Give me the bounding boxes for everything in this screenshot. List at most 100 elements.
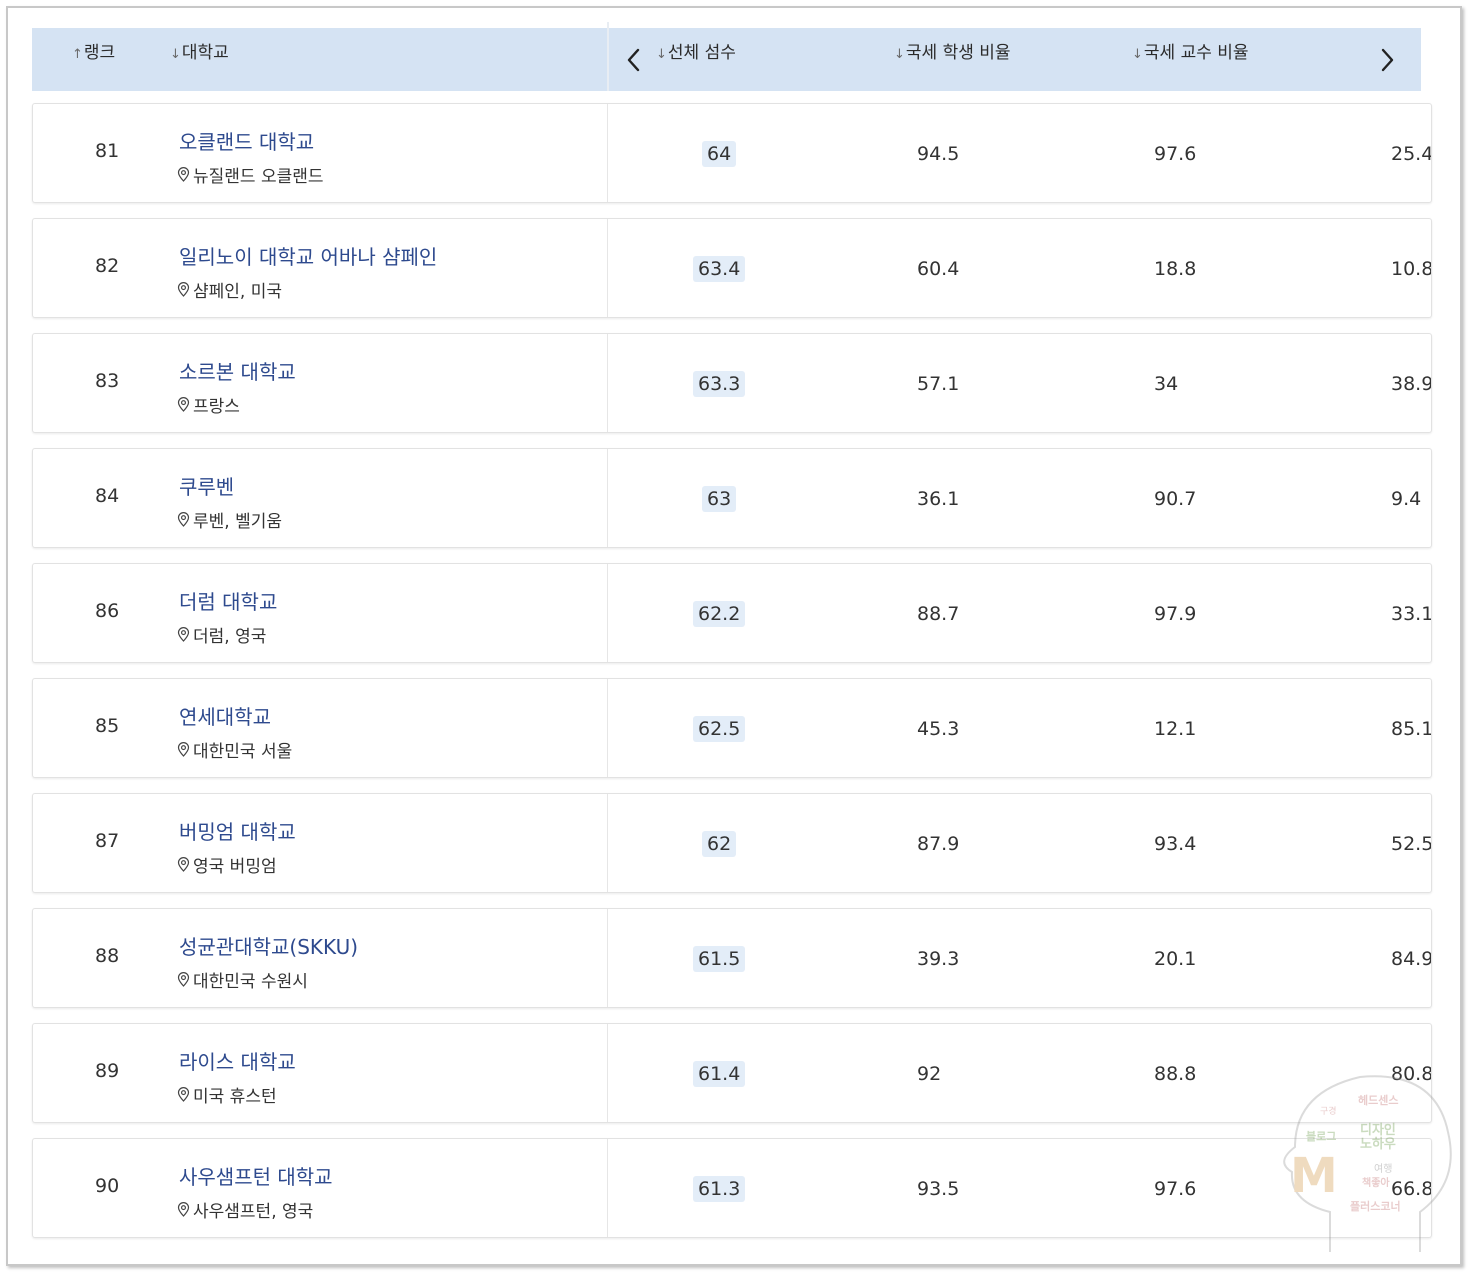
intl-faculty-value: 12.1 bbox=[1154, 718, 1197, 740]
table-header: ↑랭크 ↓대학교 ↓선체 섬수 ↓국세 학생 비율 ↓국세 교수 비율 bbox=[32, 22, 1421, 91]
location-text: 샴페인, 미국 bbox=[193, 282, 283, 302]
intl-students-value: 60.4 bbox=[917, 258, 960, 280]
header-university[interactable]: ↓대학교 bbox=[170, 38, 229, 63]
university-location: 루벤, 벨기움 bbox=[177, 507, 282, 532]
rank-value: 90 bbox=[95, 1175, 120, 1197]
window-frame: ↑랭크 ↓대학교 ↓선체 섬수 ↓국세 학생 비율 ↓국세 교수 비율 81 오클… bbox=[6, 6, 1462, 1266]
table-row[interactable]: 85 연세대학교대한민국 서울 62.5 45.3 12.1 85.1 bbox=[32, 678, 1432, 778]
rank-value: 83 bbox=[95, 370, 120, 392]
location-text: 루벤, 벨기움 bbox=[193, 512, 283, 532]
row-divider bbox=[607, 104, 608, 202]
location-text: 뉴질랜드 오클랜드 bbox=[193, 167, 324, 187]
table-row[interactable]: 90 사우샘프턴 대학교 사우샘프턴, 영국 61.3 93.5 97.6 66.8 bbox=[32, 1138, 1432, 1238]
table-row[interactable]: 82 일리노이 대학교 어바나 샴페인 샴페인, 미국 63.4 60.4 18.8 10.… bbox=[32, 218, 1432, 318]
table-row[interactable]: 81 오클랜드 대학교 뉴질랜드 오클랜드 64 94.5 97.6 25.4 bbox=[32, 103, 1432, 203]
header-rank[interactable]: ↑랭크 bbox=[72, 38, 115, 63]
location-pin-icon bbox=[177, 167, 190, 182]
intl-faculty-value: 90.7 bbox=[1154, 488, 1197, 510]
row-divider bbox=[607, 1139, 608, 1237]
intl-students-value: 93.5 bbox=[917, 1178, 960, 1200]
university-location: 미국 휴스턴 bbox=[177, 1082, 277, 1107]
location-text: 사우샘프턴, 영국 bbox=[193, 1202, 314, 1222]
table-row[interactable]: 86 더럼 대학교 더럼, 영국 62.2 88.7 97.9 33.1 bbox=[32, 563, 1432, 663]
chevron-left-icon bbox=[627, 48, 640, 72]
intl-students-value: 39.3 bbox=[917, 948, 960, 970]
university-name-link[interactable]: 소르본 대학교 bbox=[179, 356, 296, 385]
overall-score-badge: 61.3 bbox=[693, 1176, 746, 1202]
overall-score-badge: 61.4 bbox=[693, 1061, 746, 1087]
watermark-logo: M 헤드센스 디자인 노하우 블로그 여행 책좋아 플러스코너 구경 bbox=[1283, 1075, 1452, 1252]
university-name-link[interactable]: 라이스 대학교 bbox=[179, 1046, 296, 1075]
overall-score-badge: 62.5 bbox=[693, 716, 746, 742]
university-location: 대한민국 서울 bbox=[177, 737, 292, 762]
intl-students-value: 94.5 bbox=[917, 143, 960, 165]
location-text: 미국 휴스턴 bbox=[193, 1087, 277, 1107]
sort-down-icon: ↓ bbox=[170, 47, 181, 62]
university-name-link[interactable]: 사우샘프턴 대학교 bbox=[179, 1161, 333, 1190]
extra-column-value: 9.4 bbox=[1391, 488, 1422, 510]
sort-down-icon: ↓ bbox=[894, 47, 905, 62]
university-location: 대한민국 수원시 bbox=[177, 967, 308, 992]
table-row[interactable]: 87 버밍엄 대학교 영국 버밍엄 62 87.9 93.4 52.5 bbox=[32, 793, 1432, 893]
location-pin-icon bbox=[177, 512, 190, 527]
university-name-link[interactable]: 더럼 대학교 bbox=[179, 586, 277, 615]
svg-text:헤드센스: 헤드센스 bbox=[1358, 1093, 1398, 1107]
table-row[interactable]: 88 성균관대학교(SKKU) 대한민국 수원시 61.5 39.3 20.1 84.9 bbox=[32, 908, 1432, 1008]
watermark-letter: M bbox=[1290, 1148, 1338, 1204]
location-text: 대한민국 수원시 bbox=[193, 972, 308, 992]
rank-value: 89 bbox=[95, 1060, 120, 1082]
intl-students-value: 92 bbox=[917, 1063, 942, 1085]
scroll-left-button[interactable] bbox=[620, 42, 648, 78]
svg-text:노하우: 노하우 bbox=[1360, 1136, 1396, 1152]
university-location: 사우샘프턴, 영국 bbox=[177, 1197, 313, 1222]
table-row[interactable]: 84 쿠루벤 루벤, 벨기움 63 36.1 90.7 9.4 bbox=[32, 448, 1432, 548]
rank-value: 84 bbox=[95, 485, 120, 507]
overall-score-badge: 61.5 bbox=[693, 946, 746, 972]
rank-value: 82 bbox=[95, 255, 120, 277]
location-pin-icon bbox=[177, 1087, 190, 1102]
location-text: 대한민국 서울 bbox=[193, 742, 293, 762]
overall-score-badge: 64 bbox=[702, 141, 737, 167]
table-row[interactable]: 89 라이스 대학교 미국 휴스턴 61.4 92 88.8 80.8 bbox=[32, 1023, 1432, 1123]
university-name-link[interactable]: 버밍엄 대학교 bbox=[179, 816, 296, 845]
extra-column-value: 85.1 bbox=[1391, 718, 1432, 740]
row-divider bbox=[607, 334, 608, 432]
intl-faculty-value: 97.6 bbox=[1154, 143, 1197, 165]
rank-value: 85 bbox=[95, 715, 120, 737]
location-text: 더럼, 영국 bbox=[193, 627, 267, 647]
scroll-right-button[interactable] bbox=[1373, 42, 1401, 78]
university-name-link[interactable]: 오클랜드 대학교 bbox=[179, 126, 314, 155]
svg-text:여행: 여행 bbox=[1374, 1163, 1392, 1175]
intl-students-value: 45.3 bbox=[917, 718, 960, 740]
intl-faculty-value: 97.9 bbox=[1154, 603, 1197, 625]
header-intl-faculty[interactable]: ↓국세 교수 비율 bbox=[1132, 38, 1249, 63]
svg-text:플러스코너: 플러스코너 bbox=[1350, 1199, 1401, 1213]
row-divider bbox=[607, 794, 608, 892]
university-name-link[interactable]: 성균관대학교(SKKU) bbox=[179, 931, 358, 960]
chevron-right-icon bbox=[1381, 48, 1394, 72]
row-divider bbox=[607, 909, 608, 1007]
university-location: 뉴질랜드 오클랜드 bbox=[177, 162, 324, 187]
university-location: 더럼, 영국 bbox=[177, 622, 266, 647]
overall-score-badge: 62 bbox=[702, 831, 737, 857]
university-name-link[interactable]: 일리노이 대학교 어바나 샴페인 bbox=[179, 241, 437, 270]
header-intl-students[interactable]: ↓국세 학생 비율 bbox=[894, 38, 1011, 63]
sort-up-icon: ↑ bbox=[72, 47, 83, 62]
row-divider bbox=[607, 564, 608, 662]
location-pin-icon bbox=[177, 397, 190, 412]
sort-down-icon: ↓ bbox=[1132, 47, 1143, 62]
header-divider bbox=[607, 22, 609, 91]
table-row[interactable]: 83 소르본 대학교 프랑스 63.3 57.1 34 38.9 bbox=[32, 333, 1432, 433]
location-text: 프랑스 bbox=[193, 397, 240, 417]
location-pin-icon bbox=[177, 1202, 190, 1217]
intl-faculty-value: 20.1 bbox=[1154, 948, 1197, 970]
svg-text:책좋아: 책좋아 bbox=[1362, 1176, 1390, 1189]
university-location: 프랑스 bbox=[177, 392, 240, 417]
sort-down-icon: ↓ bbox=[656, 47, 667, 62]
svg-text:블로그: 블로그 bbox=[1306, 1130, 1336, 1143]
row-divider bbox=[607, 219, 608, 317]
university-name-link[interactable]: 연세대학교 bbox=[179, 701, 271, 730]
university-name-link[interactable]: 쿠루벤 bbox=[179, 471, 234, 500]
header-overall-score[interactable]: ↓선체 섬수 bbox=[656, 38, 736, 63]
rank-value: 81 bbox=[95, 140, 120, 162]
